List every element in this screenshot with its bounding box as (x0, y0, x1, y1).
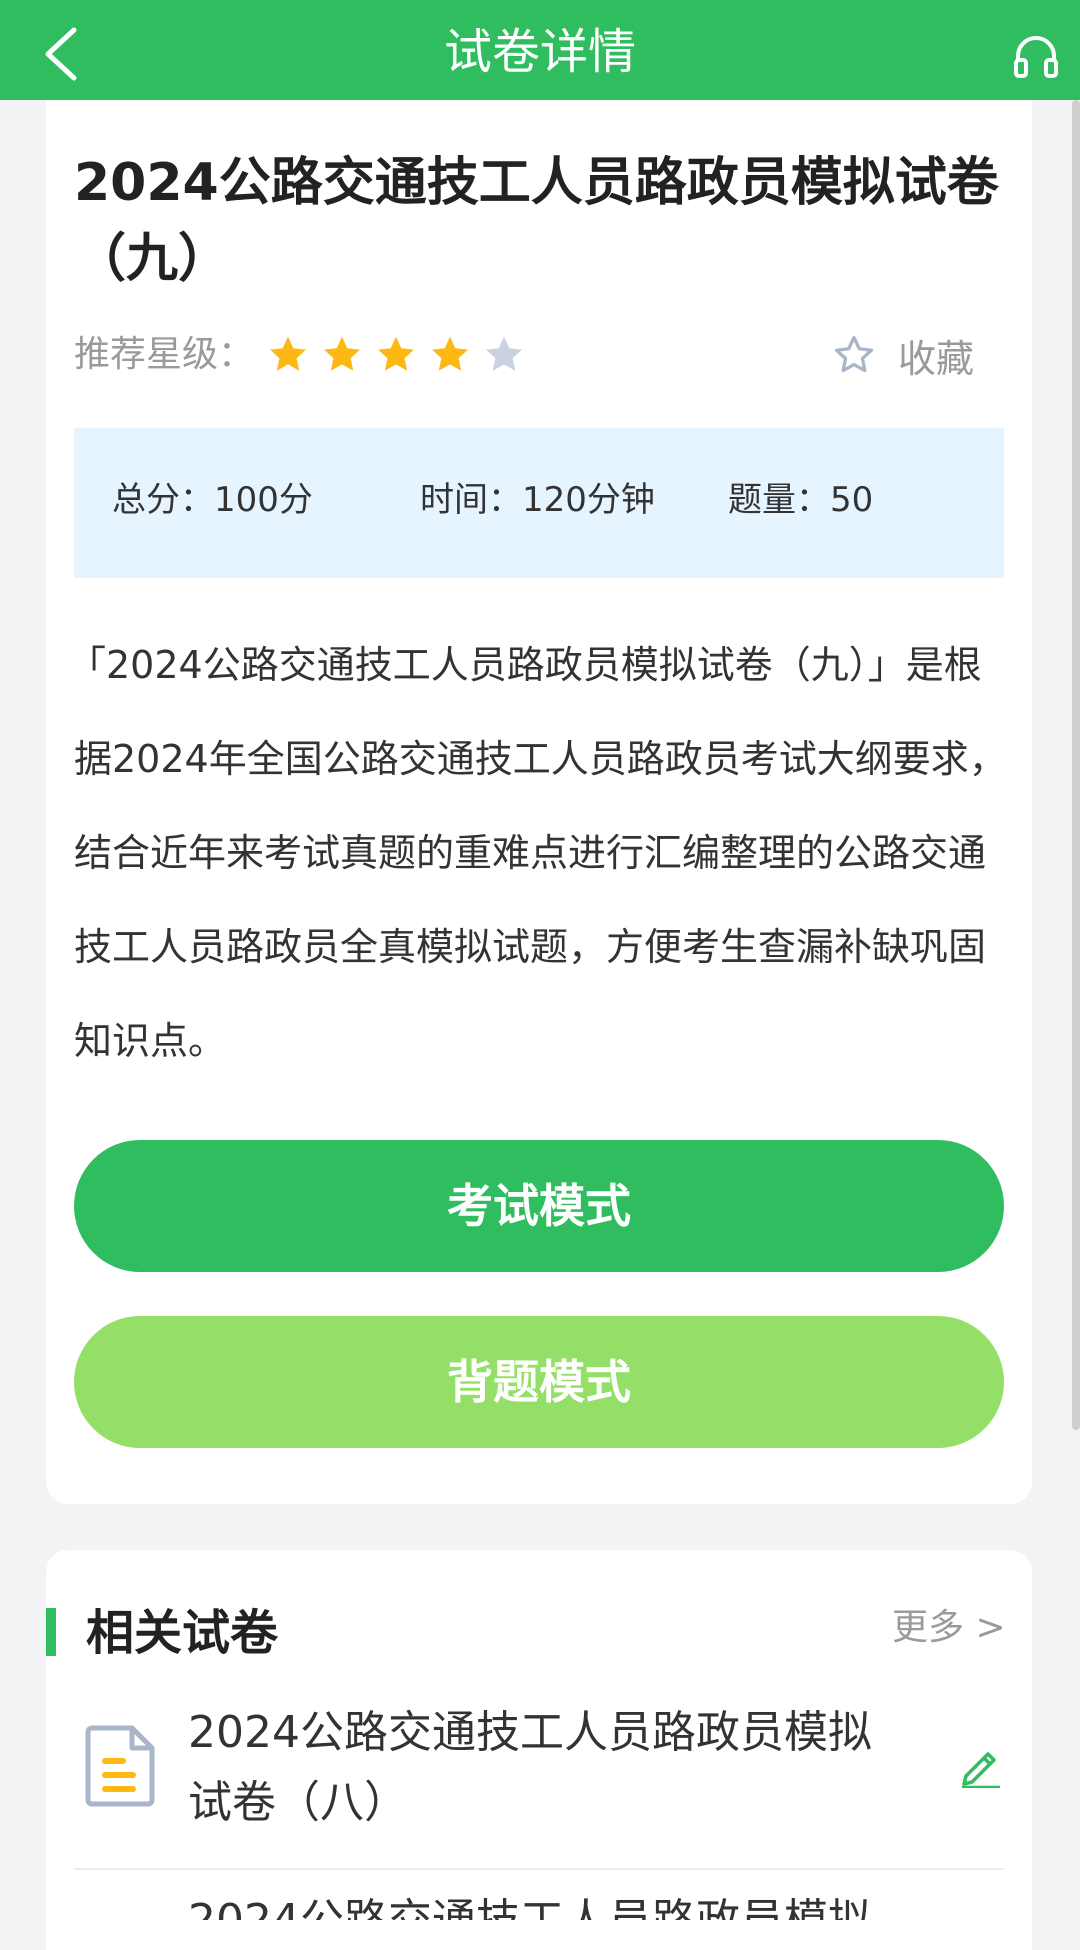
related-paper-item-label: 2024公路交通技工人员路政员模拟 (188, 1896, 888, 1920)
back-arrow-icon[interactable] (40, 26, 88, 82)
list-divider (74, 1868, 1004, 1870)
star-empty-icon (486, 336, 522, 371)
question-count: 题量：50 (728, 480, 874, 520)
exam-mode-button[interactable]: 考试模式 (74, 1140, 1004, 1272)
study-mode-button[interactable]: 背题模式 (74, 1316, 1004, 1448)
section-accent-bar (46, 1608, 56, 1656)
top-bar: 试卷详情 (0, 0, 1080, 100)
more-link[interactable]: 更多 > (892, 1600, 1006, 1656)
favorite-button[interactable]: 收藏 (832, 330, 975, 381)
rating-stars (266, 330, 536, 380)
star-filled-icon (432, 336, 468, 371)
headset-icon[interactable] (1012, 32, 1060, 80)
rating-label: 推荐星级： (74, 334, 255, 375)
scrollbar[interactable] (1072, 100, 1080, 1430)
star-filled-icon (324, 336, 360, 371)
related-paper-item[interactable]: 2024公路交通技工人员路政员模拟 (188, 1896, 888, 1920)
total-score: 总分：100分 (112, 480, 313, 520)
star-outline-icon (834, 335, 874, 373)
pencil-icon[interactable] (960, 1744, 1002, 1788)
paper-description: 「2024公路交通技工人员路政员模拟试卷（九）」是根据2024年全国公路交通技工… (68, 643, 1007, 1063)
related-paper-item[interactable]: 2024公路交通技工人员路政员模拟试卷（八） (188, 1698, 888, 1838)
star-filled-icon (270, 336, 306, 371)
document-icon (85, 1725, 155, 1807)
exam-time: 时间：120分钟 (420, 480, 655, 520)
paper-info-box: 总分：100分 时间：120分钟 题量：50 (74, 428, 1004, 578)
page-title: 试卷详情 (443, 24, 636, 80)
paper-title: 2024公路交通技工人员路政员模拟试卷（九） (74, 153, 999, 289)
favorite-label: 收藏 (898, 336, 975, 381)
star-filled-icon (378, 336, 414, 371)
related-papers-title: 相关试卷 (86, 1605, 279, 1661)
